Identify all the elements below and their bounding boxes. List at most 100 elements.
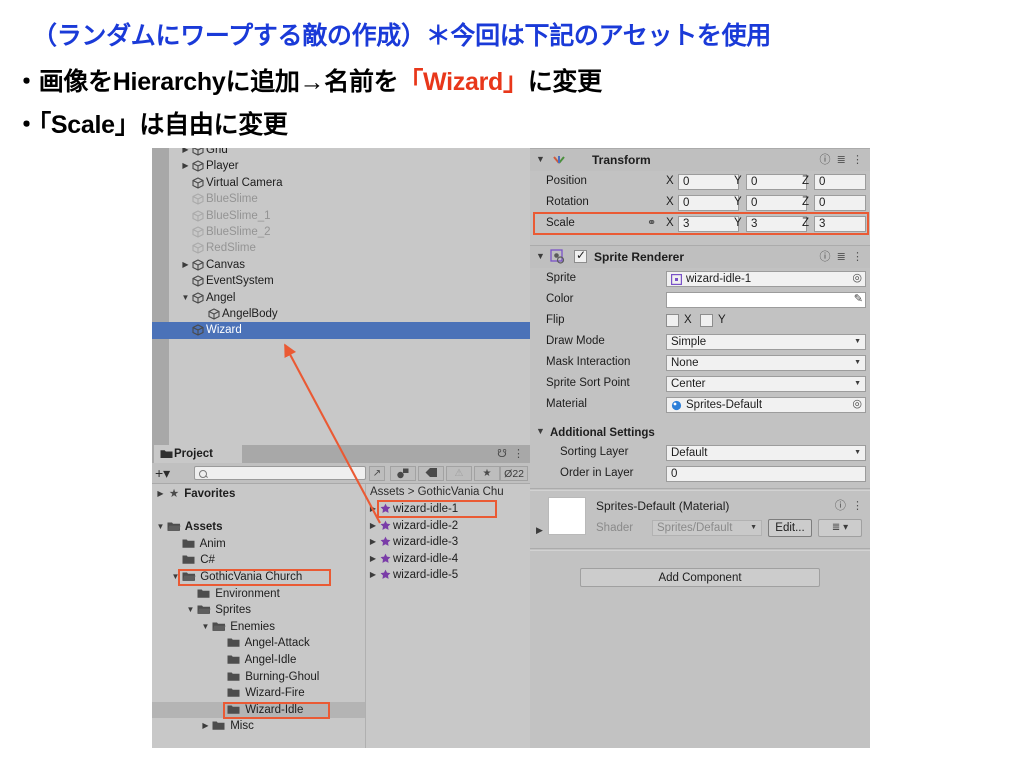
transform-component-header[interactable]: ▼ Transform ⓘ ≣ ⋮ (530, 148, 870, 172)
draw-mode-dropdown[interactable]: Simple (666, 333, 866, 350)
object-picker-icon[interactable]: ◎ (852, 271, 862, 285)
transform-scale-z[interactable]: 3 (814, 215, 866, 232)
disclosure-triangle[interactable]: ▶ (366, 567, 380, 584)
project-tree-item-wizard-fire[interactable]: Wizard-Fire (152, 685, 365, 702)
disclosure-triangle[interactable]: ▼ (169, 569, 182, 586)
project-tree-item-angel-idle[interactable]: Angel-Idle (152, 652, 365, 669)
disclosure-triangle[interactable]: ▶ (179, 148, 192, 158)
tab-project[interactable]: Project (154, 445, 242, 463)
search-input[interactable] (194, 466, 366, 480)
sorting-layer-field[interactable]: Default (666, 444, 866, 461)
project-tree-item-environment[interactable]: Environment (152, 586, 365, 603)
color-swatch-field[interactable]: ✎ (666, 291, 866, 308)
sprite-renderer-row-mask-interaction[interactable]: Mask Interaction None (530, 352, 870, 373)
project-folder-tree[interactable]: ▶ ★ Favorites ▼ Assets Anim C# ▼ GothicVani… (152, 484, 365, 748)
flip-y-checkbox[interactable] (700, 314, 713, 327)
material-foldout-icon[interactable]: ▶ (536, 525, 543, 536)
hierarchy-item-angel[interactable]: ▼ Angel (169, 290, 530, 306)
disclosure-triangle[interactable]: ▶ (179, 257, 192, 273)
project-tree-item-assets[interactable]: ▼ Assets (152, 519, 365, 536)
search-expand-button[interactable]: ↗ (369, 466, 385, 481)
project-tab-actions[interactable]: ☋ ⋮ (497, 445, 524, 463)
hierarchy-item-player[interactable]: ▶ Player (169, 158, 530, 174)
transform-position-y[interactable]: 0 (746, 173, 807, 190)
hierarchy-item-grid[interactable]: ▶ Grid (169, 148, 530, 158)
project-tree-item-angel-attack[interactable]: Angel-Attack (152, 635, 365, 652)
material-object-field[interactable]: Sprites-Default ◎ (666, 396, 866, 413)
project-tree-item-sprites[interactable]: ▼ Sprites (152, 602, 365, 619)
additional-settings-foldout-icon[interactable]: ▼ (536, 426, 545, 436)
project-tree-item-anim[interactable]: Anim (152, 536, 365, 553)
sprite-object-field[interactable]: wizard-idle-1 ◎ (666, 270, 866, 287)
sprite-renderer-header-icons[interactable]: ⓘ ≣ ⋮ (820, 246, 863, 268)
transform-position-x[interactable]: 0 (678, 173, 739, 190)
transform-header-icons[interactable]: ⓘ ≣ ⋮ (820, 149, 863, 171)
hierarchy-item-eventsystem[interactable]: EventSystem (169, 273, 530, 289)
disclosure-triangle[interactable]: ▼ (199, 619, 212, 636)
disclosure-triangle[interactable]: ▶ (179, 158, 192, 174)
transform-scale-y[interactable]: 3 (746, 215, 807, 232)
disclosure-triangle[interactable]: ▼ (179, 290, 192, 306)
flip-x-checkbox[interactable] (666, 314, 679, 327)
sprite-renderer-row-draw-mode[interactable]: Draw Mode Simple (530, 331, 870, 352)
order-in-layer-field[interactable]: 0 (666, 465, 866, 482)
shader-dropdown[interactable]: Sprites/Default (652, 520, 762, 536)
hierarchy-item-redslime[interactable]: RedSlime (169, 240, 530, 256)
sprite-renderer-enabled-checkbox[interactable] (574, 248, 587, 263)
project-tree-item-enemies[interactable]: ▼ Enemies (152, 619, 365, 636)
sprite-renderer-row-flip[interactable]: Flip X Y (530, 310, 870, 331)
transform-position-z[interactable]: 0 (814, 173, 866, 190)
hierarchy-item-canvas[interactable]: ▶ Canvas (169, 257, 530, 273)
project-tree-item-burning-ghoul[interactable]: Burning-Ghoul (152, 669, 365, 686)
hierarchy-item-blueslime-2[interactable]: BlueSlime_2 (169, 224, 530, 240)
project-panel[interactable]: Project ☋ ⋮ +▾ ↗ ⚠ ★ Ø22 ▶ ★ Favorites ▼… (152, 445, 531, 748)
filter-by-type-icon[interactable] (390, 466, 416, 481)
transform-scale-x[interactable]: 3 (678, 215, 739, 232)
hierarchy-item-angelbody[interactable]: AngelBody (169, 306, 530, 322)
transform-row-scale[interactable]: Scale ⚭ X 3 Y 3 Z 3 (530, 213, 870, 234)
transform-rotation-x[interactable]: 0 (678, 194, 739, 211)
disclosure-triangle[interactable]: ▶ (154, 486, 167, 503)
eyedropper-icon[interactable]: ✎ (854, 292, 863, 306)
disclosure-triangle[interactable]: ▼ (184, 602, 197, 619)
additional-row-order-in-layer[interactable]: Order in Layer 0 (530, 463, 870, 484)
sprite-renderer-component-header[interactable]: ▼ Sprite Renderer ⓘ ≣ ⋮ (530, 245, 870, 269)
disclosure-triangle[interactable]: ▶ (366, 551, 380, 568)
project-tree-item-gothicvania-church[interactable]: ▼ GothicVania Church (152, 569, 365, 586)
project-tree-item-misc[interactable]: ▶ Misc (152, 718, 365, 735)
scale-link-icon[interactable]: ⚭ (647, 213, 656, 234)
asset-item-wizard-idle-3[interactable]: ▶ wizard-idle-3 (366, 534, 531, 551)
lock-icon[interactable]: ☋ (497, 448, 507, 460)
filter-by-label-icon[interactable] (418, 466, 444, 481)
sprite-renderer-fields[interactable]: Sprite wizard-idle-1 ◎ Color ✎ Flip X Y Draw Mod… (530, 268, 870, 424)
favorite-star-icon[interactable]: ★ (474, 466, 500, 481)
sprite-renderer-row-color[interactable]: Color ✎ (530, 289, 870, 310)
transform-foldout-icon[interactable]: ▼ (536, 154, 545, 164)
create-asset-button[interactable]: +▾ (155, 465, 170, 481)
hierarchy-item-blueslime[interactable]: BlueSlime (169, 191, 530, 207)
transform-row-rotation[interactable]: Rotation X 0 Y 0 Z 0 (530, 192, 870, 213)
asset-item-wizard-idle-4[interactable]: ▶ wizard-idle-4 (366, 551, 531, 568)
asset-item-wizard-idle-2[interactable]: ▶ wizard-idle-2 (366, 518, 531, 535)
sprite-renderer-foldout-icon[interactable]: ▼ (536, 251, 545, 261)
transform-rotation-z[interactable]: 0 (814, 194, 866, 211)
hidden-assets-count[interactable]: Ø22 (500, 466, 528, 481)
hierarchy-item-wizard[interactable]: Wizard (152, 322, 530, 339)
disclosure-triangle[interactable]: ▶ (199, 718, 212, 735)
asset-item-wizard-idle-5[interactable]: ▶ wizard-idle-5 (366, 567, 531, 584)
hierarchy-item-virtual-camera[interactable]: Virtual Camera (169, 175, 530, 191)
disclosure-triangle[interactable]: ▼ (154, 519, 167, 536)
add-component-button[interactable]: Add Component (580, 568, 820, 587)
transform-row-position[interactable]: Position X 0 Y 0 Z 0 (530, 171, 870, 192)
project-tree-item-c-[interactable]: C# (152, 552, 365, 569)
disclosure-triangle[interactable]: ▶ (366, 501, 380, 518)
project-asset-list[interactable]: Assets > GothicVania Chu ▶ wizard-idle-1 ▶… (365, 484, 531, 748)
object-picker-icon[interactable]: ◎ (852, 397, 862, 411)
disclosure-triangle[interactable]: ▶ (366, 518, 380, 535)
project-tree-item-favorites[interactable]: ▶ ★ Favorites (152, 486, 365, 503)
disclosure-triangle[interactable]: ▶ (366, 534, 380, 551)
shader-edit-button[interactable]: Edit... (768, 519, 812, 537)
warning-filter-icon[interactable]: ⚠ (446, 466, 472, 481)
sprite-renderer-row-sprite[interactable]: Sprite wizard-idle-1 ◎ (530, 268, 870, 289)
shader-presets-button[interactable]: ≣ ▾ (818, 519, 862, 537)
